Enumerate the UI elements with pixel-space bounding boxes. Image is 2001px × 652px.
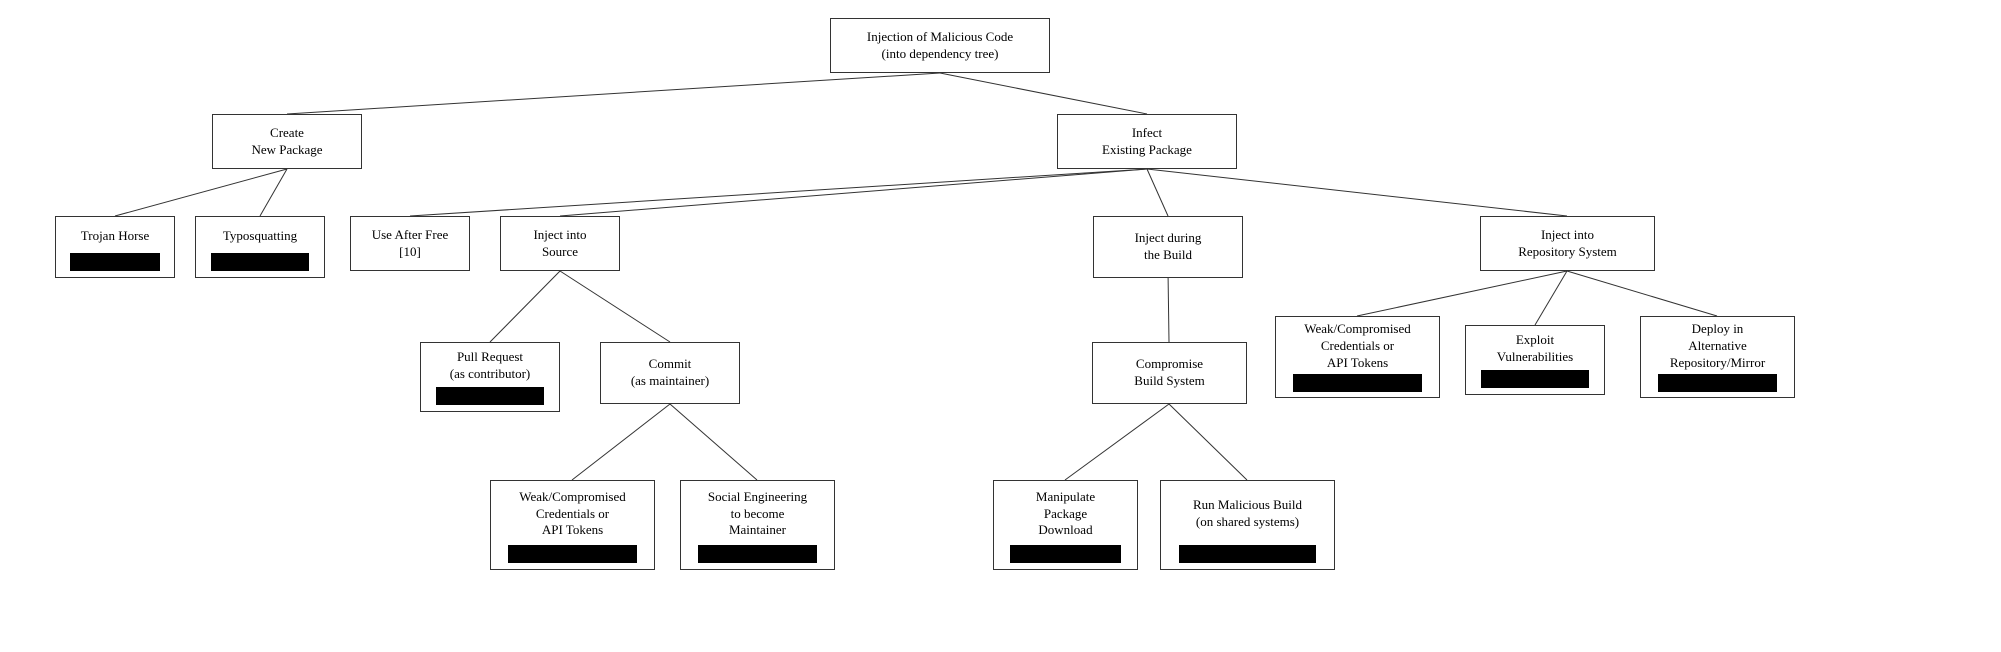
infect-existing-node: Infect Existing Package	[1057, 114, 1237, 169]
create-new-label: Create New Package	[219, 119, 355, 164]
run-malicious-bar	[1179, 545, 1316, 563]
inject-build-node: Inject during the Build	[1093, 216, 1243, 278]
commit-maintainer-node: Commit (as maintainer)	[600, 342, 740, 404]
run-malicious-label: Run Malicious Build (on shared systems)	[1167, 485, 1328, 543]
compromise-build-node: Compromise Build System	[1092, 342, 1247, 404]
root-label: Injection of Malicious Code (into depend…	[837, 23, 1043, 68]
pull-request-bar	[436, 387, 543, 405]
trojan-bar	[70, 253, 160, 271]
infect-existing-label: Infect Existing Package	[1064, 119, 1230, 164]
pull-request-node: Pull Request (as contributor)	[420, 342, 560, 412]
weak-creds-repo-node: Weak/Compromised Credentials or API Toke…	[1275, 316, 1440, 398]
exploit-vuln-node: Exploit Vulnerabilities	[1465, 325, 1605, 395]
inject-source-node: Inject into Source	[500, 216, 620, 271]
social-eng-label: Social Engineering to become Maintainer	[687, 485, 828, 543]
weak-creds-node: Weak/Compromised Credentials or API Toke…	[490, 480, 655, 570]
inject-build-label: Inject during the Build	[1100, 221, 1236, 273]
create-new-package-node: Create New Package	[212, 114, 362, 169]
deploy-alt-label: Deploy in Alternative Repository/Mirror	[1647, 321, 1788, 372]
typosquatting-node: Typosquatting	[195, 216, 325, 278]
manipulate-dl-node: Manipulate Package Download	[993, 480, 1138, 570]
use-after-free-label: Use After Free [10]	[357, 221, 463, 266]
compromise-build-label: Compromise Build System	[1099, 347, 1240, 399]
typosquatting-label: Typosquatting	[202, 221, 318, 251]
exploit-vuln-label: Exploit Vulnerabilities	[1472, 330, 1598, 368]
pull-request-label: Pull Request (as contributor)	[427, 347, 553, 385]
weak-creds-label: Weak/Compromised Credentials or API Toke…	[497, 485, 648, 543]
typosquatting-bar	[211, 253, 310, 271]
use-after-free-node: Use After Free [10]	[350, 216, 470, 271]
run-malicious-node: Run Malicious Build (on shared systems)	[1160, 480, 1335, 570]
manipulate-dl-label: Manipulate Package Download	[1000, 485, 1131, 543]
deploy-alt-bar	[1658, 374, 1778, 392]
social-eng-node: Social Engineering to become Maintainer	[680, 480, 835, 570]
weak-creds-repo-label: Weak/Compromised Credentials or API Toke…	[1282, 321, 1433, 372]
trojan-label: Trojan Horse	[62, 221, 168, 251]
trojan-horse-node: Trojan Horse	[55, 216, 175, 278]
inject-repo-node: Inject into Repository System	[1480, 216, 1655, 271]
exploit-vuln-bar	[1481, 370, 1588, 388]
manipulate-dl-bar	[1010, 545, 1121, 563]
inject-repo-label: Inject into Repository System	[1487, 221, 1648, 266]
commit-maintainer-label: Commit (as maintainer)	[607, 347, 733, 399]
weak-creds-repo-bar	[1293, 374, 1421, 392]
weak-creds-bar	[508, 545, 636, 563]
deploy-alt-node: Deploy in Alternative Repository/Mirror	[1640, 316, 1795, 398]
social-eng-bar	[698, 545, 818, 563]
diagram: Injection of Malicious Code (into depend…	[0, 0, 2001, 652]
inject-source-label: Inject into Source	[507, 221, 613, 266]
root-node: Injection of Malicious Code (into depend…	[830, 18, 1050, 73]
